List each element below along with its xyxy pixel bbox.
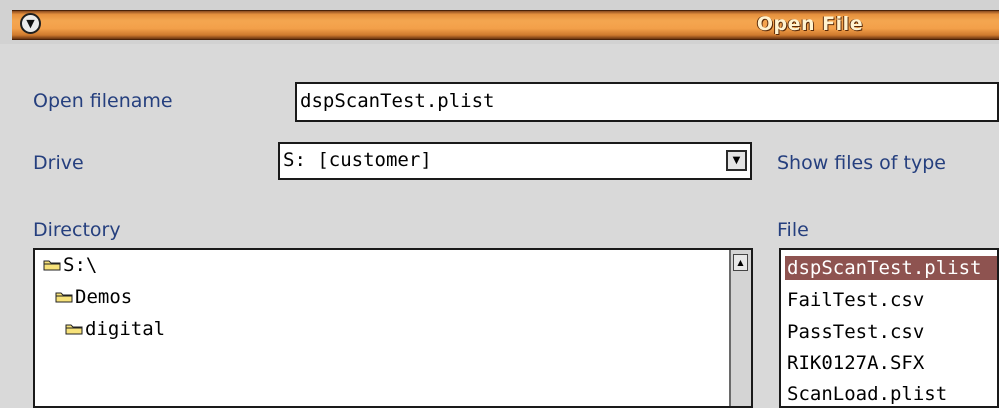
chevron-down-icon: ▼ bbox=[732, 155, 741, 166]
directory-item-label: Demos bbox=[75, 286, 133, 308]
directory-item[interactable]: Demos bbox=[55, 286, 132, 308]
directory-item-label: S:\ bbox=[63, 254, 98, 276]
directory-label: Directory bbox=[33, 219, 121, 241]
directory-item[interactable]: S:\ bbox=[43, 254, 97, 276]
open-filename-input[interactable]: dspScanTest.plist bbox=[295, 82, 999, 122]
file-item[interactable]: PassTest.csv bbox=[785, 320, 997, 344]
drive-select-value: S: [customer] bbox=[283, 149, 432, 171]
drive-label: Drive bbox=[33, 152, 84, 174]
file-listbox[interactable]: dspScanTest.plist FailTest.csv PassTest.… bbox=[779, 248, 999, 408]
directory-item[interactable]: digital bbox=[65, 318, 165, 340]
directory-item-label: digital bbox=[85, 318, 166, 340]
file-item-selected[interactable]: dspScanTest.plist bbox=[785, 256, 997, 280]
drive-select[interactable]: S: [customer] bbox=[278, 142, 752, 180]
folder-open-icon bbox=[55, 292, 73, 303]
drive-dropdown-button[interactable]: ▼ bbox=[726, 150, 747, 171]
directory-scrollbar[interactable]: ▲ bbox=[729, 250, 751, 406]
folder-open-icon bbox=[65, 324, 83, 335]
file-item[interactable]: ScanLoad.plist bbox=[785, 382, 997, 406]
folder-open-icon bbox=[43, 260, 61, 271]
file-label: File bbox=[777, 219, 809, 241]
window-title: Open File bbox=[756, 13, 864, 35]
chevron-down-circle-icon[interactable]: ▼ bbox=[20, 13, 41, 34]
chevron-up-icon: ▲ bbox=[737, 258, 744, 267]
file-item[interactable]: FailTest.csv bbox=[785, 288, 997, 312]
scroll-up-button[interactable]: ▲ bbox=[733, 254, 748, 271]
open-filename-label: Open filename bbox=[33, 90, 173, 112]
directory-listbox[interactable]: S:\ Demos digital ▲ bbox=[33, 248, 753, 408]
show-files-of-type-label: Show files of type bbox=[777, 152, 946, 174]
title-bar: ▼ Open File bbox=[0, 0, 999, 44]
file-item[interactable]: RIK0127A.SFX bbox=[785, 351, 997, 375]
